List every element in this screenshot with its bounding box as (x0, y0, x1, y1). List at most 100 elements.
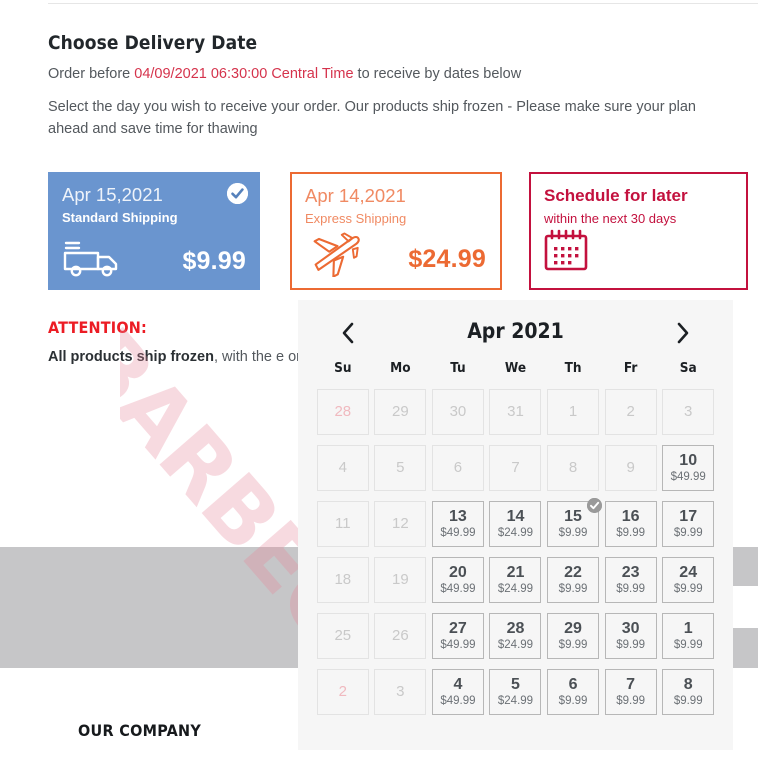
calendar-day-disabled: 28 (316, 389, 369, 435)
calendar-day-disabled: 18 (316, 557, 369, 603)
calendar-day-number: 16 (621, 507, 640, 525)
calendar-day-number: 4 (338, 459, 347, 477)
shipping-option-schedule-later[interactable]: Schedule for later within the next 30 da… (529, 172, 748, 290)
calendar-day-number: 18 (334, 571, 352, 589)
calendar-day-number: 13 (449, 507, 467, 525)
calendar-day-available[interactable]: 6 $9.99 (547, 669, 600, 715)
calendar-day-available[interactable]: 5 $24.99 (489, 669, 542, 715)
calendar-cell-wrap: 1 $9.99 (659, 608, 717, 664)
shipping-option-date: Apr 15,2021 (62, 184, 163, 205)
calendar-day-available[interactable]: 13 $49.99 (431, 501, 484, 547)
calendar-day-disabled: 2 (604, 389, 657, 435)
calendar-day-number: 1 (683, 619, 693, 637)
calendar-day-number: 8 (568, 459, 578, 477)
calendar-day-number: 6 (568, 675, 578, 693)
calendar-day-available[interactable]: 16 $9.99 (604, 501, 657, 547)
calendar-day-number: 19 (392, 571, 409, 589)
calendar-day-number: 20 (449, 563, 467, 581)
calendar-day-price: $9.99 (616, 583, 646, 596)
calendar-day-number: 6 (453, 459, 463, 477)
calendar-day-available[interactable]: 28 $24.99 (489, 613, 542, 659)
calendar-day-number: 15 (564, 507, 582, 525)
calendar-cell-wrap: 13 $49.99 (429, 496, 487, 552)
calendar-day-available[interactable]: 15 $9.99 (547, 498, 603, 547)
calendar-weekday-header: Su Mo Tu We Th Fr Sa (314, 360, 717, 376)
calendar-day-number: 30 (621, 619, 640, 637)
calendar-cell-wrap: 20 $49.99 (429, 552, 487, 608)
calendar-cell-wrap: 3 (659, 384, 717, 440)
calendar-day-available[interactable]: 7 $9.99 (604, 669, 657, 715)
calendar-cell-wrap: 2 (602, 384, 660, 440)
calendar-day-number: 4 (453, 675, 463, 693)
calendar-cell-wrap: 22 $9.99 (544, 552, 602, 608)
shipping-option-price: $9.99 (182, 247, 246, 275)
chevron-left-icon[interactable] (336, 320, 362, 346)
calendar-cell-wrap: 1 (544, 384, 602, 440)
shipping-option-express[interactable]: Apr 14,2021 Express Shipping $24.99 (290, 172, 502, 290)
calendar-cell-wrap: 5 (372, 440, 430, 496)
shipping-option-title: Schedule for later (544, 186, 688, 205)
attention-body-bold: All products ship frozen (48, 349, 214, 365)
calendar-day-price: $24.99 (497, 583, 534, 596)
calendar-cell-wrap: 25 (314, 608, 372, 664)
footer-heading-our-company: OUR COMPANY (78, 721, 202, 740)
calendar-cell-wrap: 16 $9.99 (602, 496, 660, 552)
calendar-day-available[interactable]: 20 $49.99 (431, 557, 484, 603)
calendar-day-disabled: 30 (431, 389, 484, 435)
calendar-day-number: 26 (392, 627, 409, 645)
calendar-day-number: 7 (626, 675, 636, 693)
calendar-cell-wrap: 14 $24.99 (487, 496, 545, 552)
calendar-day-disabled: 6 (431, 445, 484, 491)
calendar-cell-wrap: 12 (372, 496, 430, 552)
shipping-option-date: Apr 14,2021 (305, 185, 406, 206)
calendar-day-price: $24.99 (497, 695, 534, 708)
chevron-right-icon[interactable] (669, 320, 695, 346)
shipping-option-method: Standard Shipping (62, 210, 178, 225)
calendar-day-available[interactable]: 4 $49.99 (431, 669, 484, 715)
attention-heading: ATTENTION: (48, 318, 147, 337)
calendar-header: Apr 2021 (314, 314, 717, 360)
calendar-day-number: 17 (679, 507, 698, 525)
calendar-day-available[interactable]: 30 $9.99 (604, 613, 657, 659)
calendar-day-available[interactable]: 22 $9.99 (547, 557, 600, 603)
calendar-day-disabled: 3 (374, 669, 427, 715)
calendar-day-number: 3 (396, 683, 405, 701)
calendar-day-available[interactable]: 14 $24.99 (489, 501, 542, 547)
calendar-day-price: $9.99 (673, 695, 703, 708)
calendar-day-number: 27 (449, 619, 467, 637)
page-title: Choose Delivery Date (48, 32, 258, 54)
calendar-day-price: $9.99 (673, 639, 703, 652)
shipping-option-standard[interactable]: Apr 15,2021 Standard Shipping $9.99 (48, 172, 260, 290)
order-before-prefix: Order before (48, 66, 135, 82)
calendar-day-available[interactable]: 29 $9.99 (547, 613, 600, 659)
calendar-cell-wrap: 7 (487, 440, 545, 496)
weekday-label: Su (334, 360, 352, 376)
calendar-day-number: 10 (679, 451, 698, 469)
calendar-day-available[interactable]: 8 $9.99 (662, 669, 715, 715)
calendar-cell-wrap: 8 (544, 440, 602, 496)
calendar-cell-wrap: 21 $24.99 (487, 552, 545, 608)
calendar-day-number: 28 (506, 619, 525, 637)
calendar-day-available[interactable]: 24 $9.99 (662, 557, 715, 603)
calendar-cell-wrap: 17 $9.99 (659, 496, 717, 552)
calendar-day-number: 29 (564, 619, 582, 637)
calendar-day-disabled: 25 (316, 613, 369, 659)
calendar-day-disabled: 29 (374, 389, 427, 435)
calendar-day-number: 11 (334, 515, 351, 533)
calendar-day-disabled: 8 (547, 445, 600, 491)
shipping-options: Apr 15,2021 Standard Shipping $9.99 Apr … (48, 172, 748, 290)
calendar-day-available[interactable]: 27 $49.99 (431, 613, 484, 659)
calendar-day-available[interactable]: 17 $9.99 (662, 501, 715, 547)
calendar-day-selected-check-icon (587, 498, 603, 513)
calendar-day-disabled: 4 (316, 445, 369, 491)
calendar-day-number: 5 (511, 675, 520, 693)
calendar-day-available[interactable]: 21 $24.99 (489, 557, 542, 603)
calendar-day-disabled: 2 (316, 669, 369, 715)
calendar-day-number: 28 (334, 403, 352, 421)
calendar-day-number: 5 (396, 459, 405, 477)
calendar-day-available[interactable]: 23 $9.99 (604, 557, 657, 603)
calendar-day-available[interactable]: 10 $49.99 (662, 445, 715, 491)
calendar-cell-wrap: 26 (372, 608, 430, 664)
calendar-cell-wrap: 27 $49.99 (429, 608, 487, 664)
calendar-day-available[interactable]: 1 $9.99 (662, 613, 715, 659)
